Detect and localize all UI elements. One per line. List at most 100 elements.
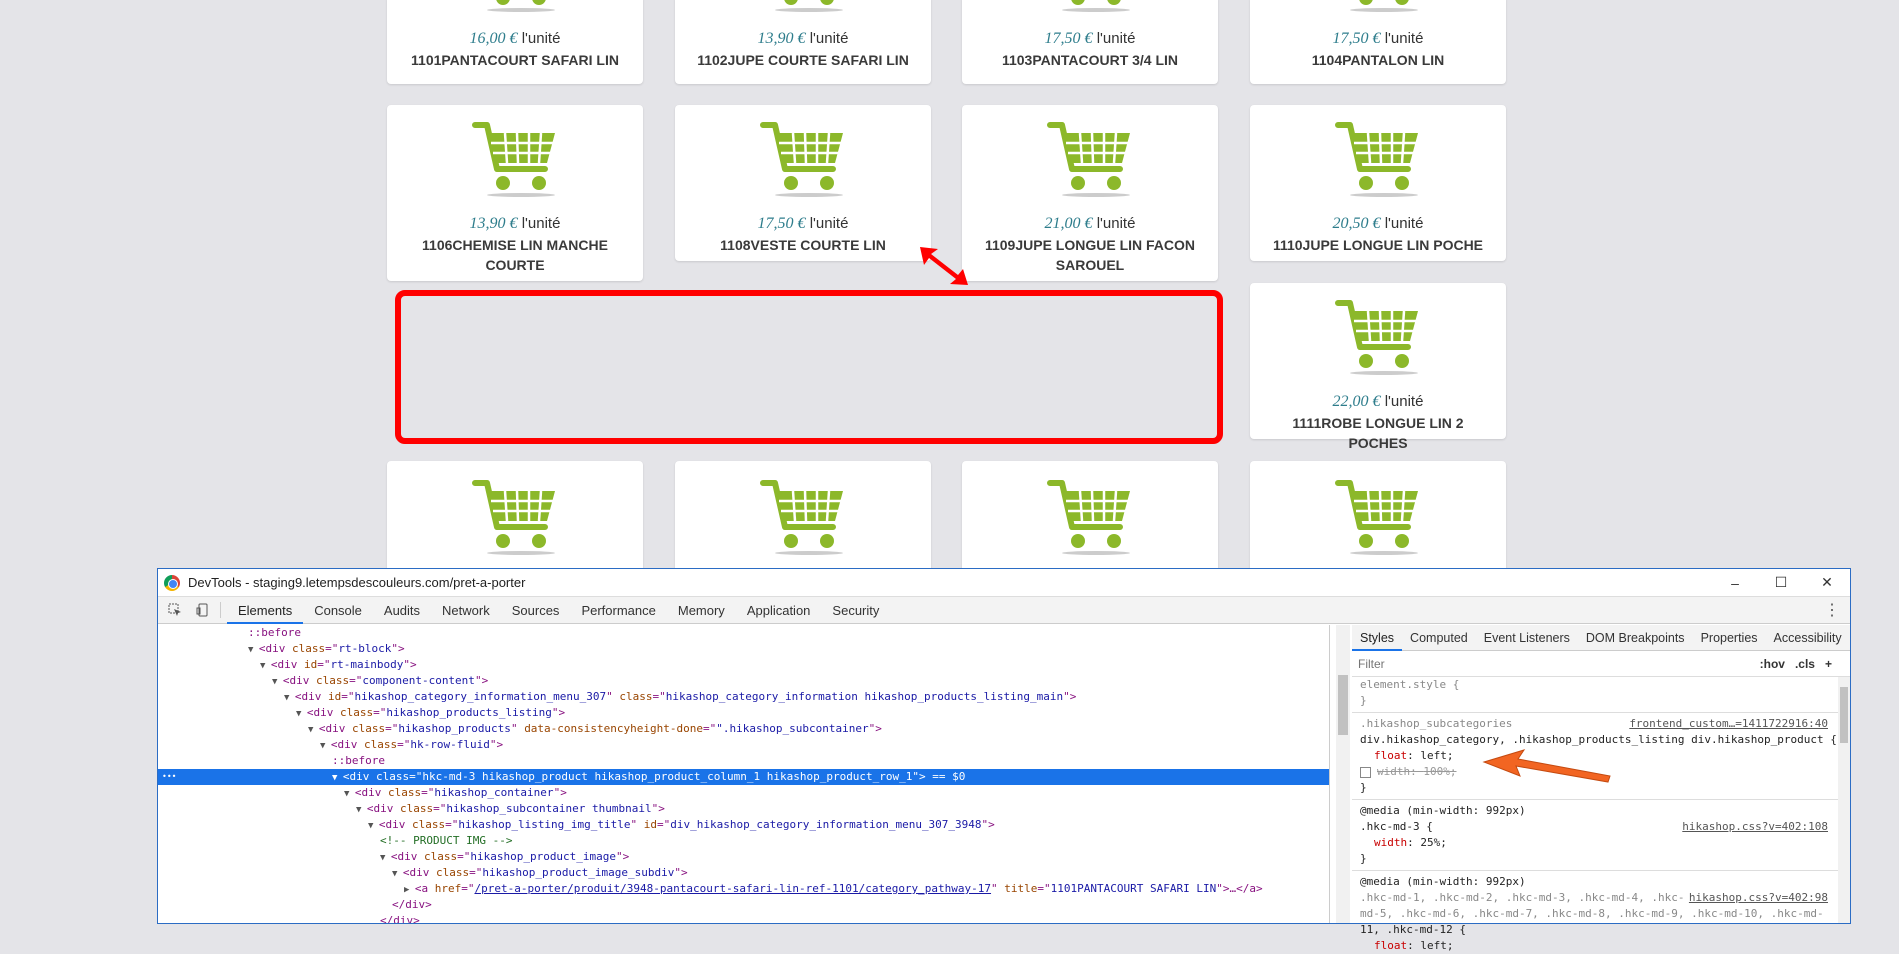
product-name[interactable]: 1101PANTACOURT SAFARI LIN [403, 50, 627, 70]
product-name[interactable]: 1110JUPE LONGUE LIN POCHE [1266, 235, 1490, 255]
maximize-button[interactable]: ☐ [1758, 569, 1804, 597]
more-options-icon[interactable]: ⋮ [1824, 600, 1840, 620]
product-name[interactable]: 1109JUPE LONGUE LIN FACON SAROUEL [978, 235, 1202, 275]
expand-arrow-icon[interactable]: ▼ [332, 773, 343, 783]
styles-filter-input[interactable] [1356, 653, 1760, 674]
expand-arrow-icon[interactable]: ▼ [260, 661, 271, 671]
dom-node[interactable]: ▼ <div class="hikashop_product_image"> [158, 849, 1329, 865]
product-name[interactable]: 1102JUPE COURTE SAFARI LIN [691, 50, 915, 70]
property-checkbox[interactable] [1360, 766, 1371, 778]
product-card[interactable]: 21,00 € l'unité 1109JUPE LONGUE LIN FACON… [962, 105, 1218, 281]
product-card[interactable] [1250, 461, 1506, 581]
expand-arrow-icon[interactable]: ▼ [248, 645, 259, 655]
cart-icon[interactable] [1046, 477, 1134, 557]
product-card[interactable]: 17,50 € l'unité 1108VESTE COURTE LIN [675, 105, 931, 261]
expand-arrow-icon[interactable]: ▼ [308, 725, 319, 735]
product-name[interactable]: 1111ROBE LONGUE LIN 2 POCHES [1266, 413, 1490, 453]
elements-scrollbar[interactable] [1336, 625, 1350, 923]
dom-node[interactable]: ▼ <div class="hikashop_container"> [158, 785, 1329, 801]
expand-arrow-icon[interactable]: ▶ [404, 885, 415, 895]
dom-node[interactable]: ::before [158, 625, 1329, 641]
dom-attr-value[interactable]: /pret-a-porter/produit/3948-pantacourt-s… [474, 882, 991, 895]
expand-arrow-icon[interactable]: ▼ [392, 869, 403, 879]
css-source-link[interactable]: hikashop.css?v=402:98 [1689, 890, 1828, 906]
product-card[interactable]: 13,90 € l'unité 1102JUPE COURTE SAFARI LI… [675, 0, 931, 84]
css-prop-name[interactable]: width [1374, 836, 1407, 849]
dom-node[interactable]: ▼ <div class="hikashop_products_listing"… [158, 705, 1329, 721]
dom-node[interactable]: ▼ <div class="hikashop_products" data-co… [158, 721, 1329, 737]
product-card[interactable] [675, 461, 931, 581]
cart-icon[interactable] [471, 119, 559, 199]
styles-tab-accessibility[interactable]: Accessibility [1766, 625, 1850, 651]
css-prop-name[interactable]: float [1374, 749, 1407, 762]
tab-application[interactable]: Application [736, 597, 822, 624]
cart-icon[interactable] [1334, 0, 1422, 14]
expand-arrow-icon[interactable]: ▼ [380, 853, 391, 863]
elements-scrollbar-thumb[interactable] [1338, 675, 1348, 735]
cart-icon[interactable] [759, 477, 847, 557]
css-prop-name[interactable]: float [1374, 939, 1407, 952]
tab-security[interactable]: Security [821, 597, 890, 624]
cart-icon[interactable] [1334, 477, 1422, 557]
product-name[interactable]: 1104PANTALON LIN [1266, 50, 1490, 70]
css-prop-value[interactable]: left [1420, 749, 1447, 762]
styles-scrollbar[interactable] [1838, 677, 1850, 923]
tab-memory[interactable]: Memory [667, 597, 736, 624]
cart-icon[interactable] [1334, 119, 1422, 199]
dom-node[interactable]: ▼ <div id="hikashop_category_information… [158, 689, 1329, 705]
css-source-link[interactable]: frontend_custom…=1411722916:40 [1629, 716, 1828, 732]
dom-node[interactable]: ▼ <div class="hikashop_subcontainer thum… [158, 801, 1329, 817]
expand-arrow-icon[interactable]: ▼ [368, 821, 379, 831]
expand-arrow-icon[interactable]: ▼ [272, 677, 283, 687]
dom-node[interactable]: ▼ <div class="rt-block"> [158, 641, 1329, 657]
product-card[interactable]: 22,00 € l'unité 1111ROBE LONGUE LIN 2 POC… [1250, 283, 1506, 451]
tab-console[interactable]: Console [303, 597, 373, 624]
styles-scrollbar-thumb[interactable] [1840, 687, 1848, 743]
styles-tab-event-listeners[interactable]: Event Listeners [1476, 625, 1578, 651]
product-name[interactable]: 1106CHEMISE LIN MANCHE COURTE [403, 235, 627, 275]
css-prop-value[interactable]: left [1420, 939, 1447, 952]
dom-node[interactable]: ▼ <div class="hikashop_product_image_sub… [158, 865, 1329, 881]
dom-node[interactable]: ▶ <a href="/pret-a-porter/produit/3948-p… [158, 881, 1329, 897]
tab-elements[interactable]: Elements [227, 597, 304, 624]
minimize-button[interactable]: – [1712, 569, 1758, 597]
css-property[interactable]: width: 25%; [1360, 835, 1850, 851]
selected-dom-node[interactable]: ••• ▼ <div class="hkc-md-3 hikashop_produ… [158, 769, 1329, 785]
inspect-element-icon[interactable] [164, 599, 186, 621]
dom-node[interactable]: ▼ <div class="component-content"> [158, 673, 1329, 689]
node-menu-dots[interactable]: ••• [162, 769, 176, 785]
dom-node[interactable]: </div> [158, 897, 1329, 913]
product-card[interactable]: 13,90 € l'unité 1106CHEMISE LIN MANCHE CO… [387, 105, 643, 281]
expand-arrow-icon[interactable]: ▼ [296, 709, 307, 719]
css-prop-name[interactable]: width [1377, 765, 1410, 778]
device-toolbar-icon[interactable] [192, 599, 214, 621]
product-card[interactable] [387, 461, 643, 581]
css-source-link[interactable]: hikashop.css?v=402:108 [1682, 819, 1828, 835]
product-card[interactable]: 17,50 € l'unité 1104PANTALON LIN [1250, 0, 1506, 84]
close-button[interactable]: ✕ [1804, 569, 1850, 597]
filter-tool-0[interactable]: :hov [1760, 657, 1785, 671]
tab-audits[interactable]: Audits [373, 597, 431, 624]
cart-icon[interactable] [759, 0, 847, 14]
product-name[interactable]: 1108VESTE COURTE LIN [691, 235, 915, 255]
dom-node[interactable]: ▼ <div class="hk-row-fluid"> [158, 737, 1329, 753]
styles-tab-properties[interactable]: Properties [1693, 625, 1766, 651]
styles-tab-styles[interactable]: Styles [1352, 625, 1403, 651]
product-card[interactable]: 17,50 € l'unité 1103PANTACOURT 3/4 LIN [962, 0, 1218, 84]
expand-arrow-icon[interactable]: ▼ [320, 741, 331, 751]
expand-arrow-icon[interactable]: ▼ [344, 789, 355, 799]
tab-network[interactable]: Network [431, 597, 501, 624]
product-card[interactable]: 20,50 € l'unité 1110JUPE LONGUE LIN POCHE [1250, 105, 1506, 261]
expand-arrow-icon[interactable]: ▼ [356, 805, 367, 815]
dom-node[interactable]: ▼ <div class="hikashop_listing_img_title… [158, 817, 1329, 833]
expand-arrow-icon[interactable]: ▼ [284, 693, 295, 703]
filter-tool-2[interactable]: + [1825, 657, 1832, 671]
cart-icon[interactable] [759, 119, 847, 199]
dom-node[interactable]: ▼ <div id="rt-mainbody"> [158, 657, 1329, 673]
dom-node[interactable]: <!-- PRODUCT IMG --> [158, 833, 1329, 849]
tab-sources[interactable]: Sources [501, 597, 571, 624]
cart-icon[interactable] [471, 477, 559, 557]
cart-icon[interactable] [1046, 119, 1134, 199]
cart-icon[interactable] [1334, 297, 1422, 377]
styles-tab-dom-breakpoints[interactable]: DOM Breakpoints [1578, 625, 1693, 651]
